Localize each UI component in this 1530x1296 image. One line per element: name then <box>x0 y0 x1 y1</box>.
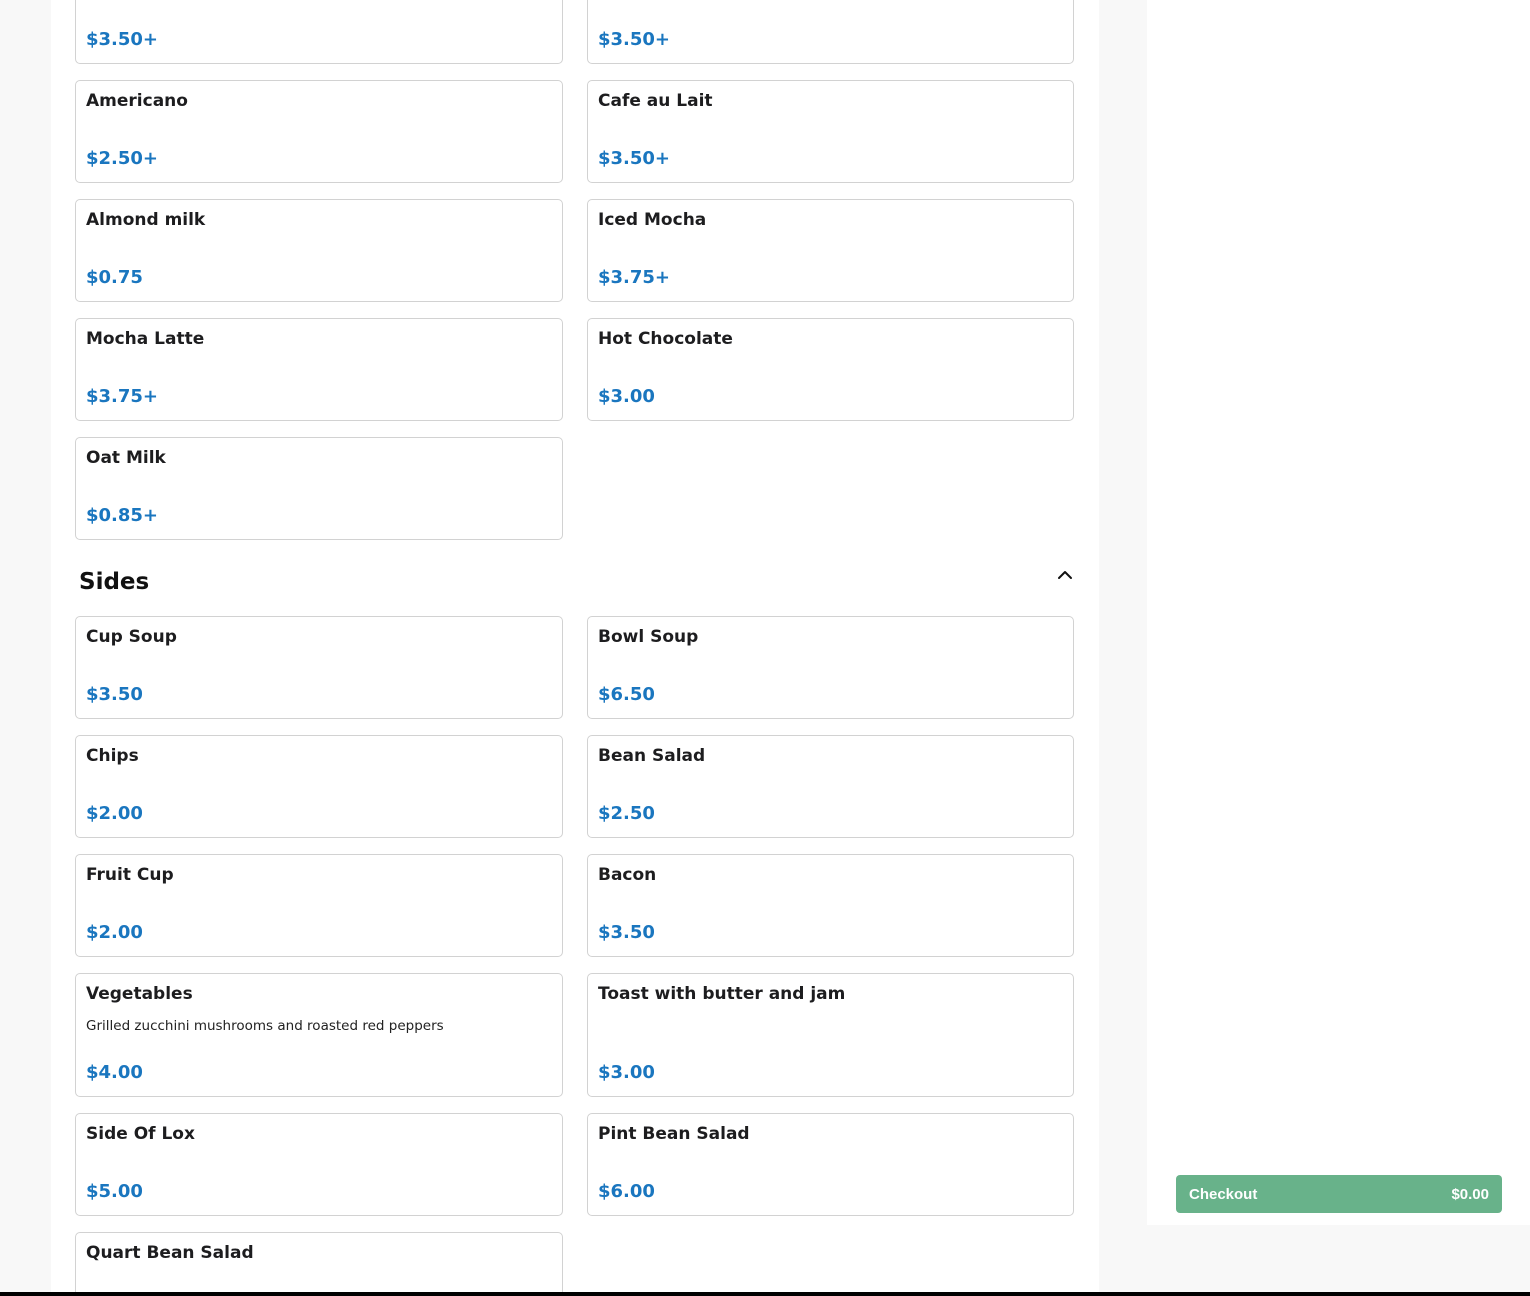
menu-item-price: $5.00 <box>86 1181 143 1202</box>
menu-item-price: $0.75 <box>86 267 143 288</box>
menu-item-price: $3.50+ <box>86 29 159 50</box>
cart-panel: Checkout $0.00 <box>1147 0 1530 1225</box>
menu-item-name: Mocha Latte <box>86 329 205 349</box>
menu-item-price: $2.50 <box>598 803 655 824</box>
menu-item-card[interactable]: Fruit Cup $2.00 <box>75 854 563 957</box>
menu-item-price: $3.50+ <box>598 29 671 50</box>
menu-item-description: Grilled zucchini mushrooms and roasted r… <box>86 1018 444 1034</box>
menu-item-card[interactable]: Hot Chocolate $3.00 <box>587 318 1074 421</box>
menu-item-card[interactable]: Quart Bean Salad <box>75 1232 563 1296</box>
menu-item-price: $3.75+ <box>86 386 159 407</box>
menu-item-card[interactable]: Cup Soup $3.50 <box>75 616 563 719</box>
chevron-up-icon[interactable] <box>1056 566 1074 584</box>
menu-item-card[interactable]: Oat Milk $0.85+ <box>75 437 563 540</box>
menu-item-name: Toast with butter and jam <box>598 984 846 1004</box>
menu-item-name: Americano <box>86 91 188 111</box>
menu-item-card[interactable]: Bacon $3.50 <box>587 854 1074 957</box>
menu-grid-drinks: $3.50+ $3.50+ Americano $2.50+ Cafe au L… <box>75 0 1074 540</box>
menu-item-name: Bowl Soup <box>598 627 699 647</box>
menu-item-card[interactable]: Toast with butter and jam $3.00 <box>587 973 1074 1097</box>
menu-item-price: $0.85+ <box>86 505 159 526</box>
menu-item-price: $3.00 <box>598 386 655 407</box>
menu-item-name: Pint Bean Salad <box>598 1124 750 1144</box>
menu-item-price: $2.00 <box>86 803 143 824</box>
menu-item-card[interactable]: Bean Salad $2.50 <box>587 735 1074 838</box>
menu-item-name: Quart Bean Salad <box>86 1243 254 1263</box>
menu-item-price: $6.00 <box>598 1181 655 1202</box>
menu-item-name: Iced Mocha <box>598 210 707 230</box>
menu-item-name: Hot Chocolate <box>598 329 733 349</box>
menu-item-name: Bacon <box>598 865 657 885</box>
menu-grid-sides: Cup Soup $3.50 Bowl Soup $6.50 Chips $2.… <box>75 616 1074 1296</box>
menu-item-price: $3.75+ <box>598 267 671 288</box>
menu-item-card[interactable]: Cafe au Lait $3.50+ <box>587 80 1074 183</box>
menu-item-price: $2.50+ <box>86 148 159 169</box>
menu-item-card[interactable]: Americano $2.50+ <box>75 80 563 183</box>
menu-item-price: $3.50 <box>86 684 143 705</box>
menu-item-name: Cafe au Lait <box>598 91 713 111</box>
menu-item-card[interactable]: Pint Bean Salad $6.00 <box>587 1113 1074 1216</box>
bottom-edge <box>0 1292 1530 1296</box>
menu-item-name: Side Of Lox <box>86 1124 195 1144</box>
menu-item-name: Almond milk <box>86 210 206 230</box>
menu-item-name: Oat Milk <box>86 448 166 468</box>
menu-item-price: $4.00 <box>86 1062 143 1083</box>
menu-item-card[interactable]: Iced Mocha $3.75+ <box>587 199 1074 302</box>
menu-item-name: Bean Salad <box>598 746 706 766</box>
menu-item-card[interactable]: Side Of Lox $5.00 <box>75 1113 563 1216</box>
menu-item-card[interactable]: Mocha Latte $3.75+ <box>75 318 563 421</box>
menu-item-name: Fruit Cup <box>86 865 174 885</box>
menu-item-name: Vegetables <box>86 984 193 1004</box>
section-header-sides[interactable]: Sides <box>79 566 1074 598</box>
menu-item-card[interactable]: $3.50+ <box>587 0 1074 64</box>
menu-item-card[interactable]: Almond milk $0.75 <box>75 199 563 302</box>
menu-item-name: Chips <box>86 746 139 766</box>
section-title: Sides <box>79 569 150 595</box>
menu-item-card[interactable]: Chips $2.00 <box>75 735 563 838</box>
menu-item-card[interactable]: $3.50+ <box>75 0 563 64</box>
checkout-total: $0.00 <box>1451 1185 1489 1203</box>
checkout-label: Checkout <box>1189 1185 1258 1203</box>
menu-item-name: Cup Soup <box>86 627 177 647</box>
menu-item-price: $3.00 <box>598 1062 655 1083</box>
menu-item-card[interactable]: Bowl Soup $6.50 <box>587 616 1074 719</box>
menu-item-price: $6.50 <box>598 684 655 705</box>
checkout-button[interactable]: Checkout $0.00 <box>1176 1175 1502 1213</box>
menu-item-price: $3.50+ <box>598 148 671 169</box>
menu-item-price: $2.00 <box>86 922 143 943</box>
menu-item-price: $3.50 <box>598 922 655 943</box>
menu-panel: $3.50+ $3.50+ Americano $2.50+ Cafe au L… <box>51 0 1099 1296</box>
menu-item-card[interactable]: Vegetables Grilled zucchini mushrooms an… <box>75 973 563 1097</box>
